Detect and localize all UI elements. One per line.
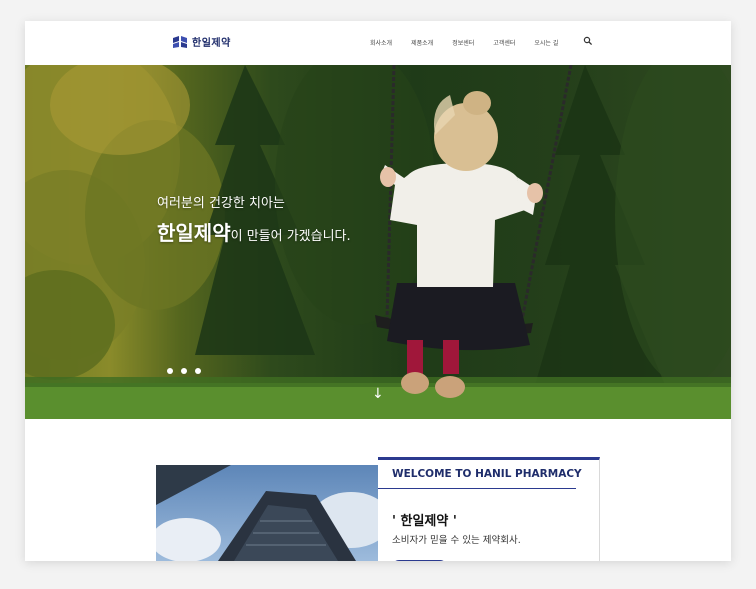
slider-dot-3[interactable]	[195, 368, 201, 374]
logo-text: 한일제약	[192, 38, 231, 49]
nav-item-info-center[interactable]: 정보센터	[452, 38, 474, 47]
hero-slider: 여러분의 건강한 치아는 한일제약이 만들어 가겠습니다. ↓	[25, 65, 731, 419]
welcome-card: WELCOME TO HANIL PHARMACY ' 한일제약 ' 소비자가 …	[378, 457, 600, 561]
hero-subheadline-text: 이 만들어 가겠습니다.	[230, 229, 351, 244]
nav-item-customer-center[interactable]: 고객센터	[493, 38, 515, 47]
more-button[interactable]	[392, 560, 447, 561]
logo[interactable]: 한일제약	[172, 34, 231, 49]
nav-item-directions[interactable]: 오시는 길	[534, 38, 558, 47]
scroll-down-arrow-icon[interactable]: ↓	[372, 387, 384, 401]
hero-subheadline: 한일제약이 만들어 가겠습니다.	[157, 217, 351, 246]
building-image	[156, 465, 378, 561]
page: 한일제약 회사소개 제품소개 정보센터 고객센터 오시는 길 여러분의 건강한 …	[25, 21, 731, 561]
nav-item-products[interactable]: 제품소개	[411, 38, 433, 47]
company-tagline: 소비자가 믿을 수 있는 제약회사.	[392, 535, 521, 546]
welcome-title: WELCOME TO HANIL PHARMACY	[392, 468, 582, 480]
site-header: 한일제약 회사소개 제품소개 정보센터 고객센터 오시는 길	[25, 21, 731, 65]
divider	[378, 488, 576, 489]
hero-image	[25, 65, 731, 419]
hero-brand-text: 한일제약	[157, 221, 231, 245]
slider-dot-1[interactable]	[167, 368, 173, 374]
main-nav: 회사소개 제품소개 정보센터 고객센터 오시는 길	[370, 38, 558, 47]
hero-headline: 여러분의 건강한 치아는	[157, 196, 285, 211]
slider-dot-2[interactable]	[181, 368, 187, 374]
logo-icon	[173, 35, 187, 48]
company-name: ' 한일제약 '	[392, 514, 457, 529]
search-icon[interactable]	[583, 36, 593, 46]
slider-pagination	[167, 368, 201, 374]
nav-item-company[interactable]: 회사소개	[370, 38, 392, 47]
